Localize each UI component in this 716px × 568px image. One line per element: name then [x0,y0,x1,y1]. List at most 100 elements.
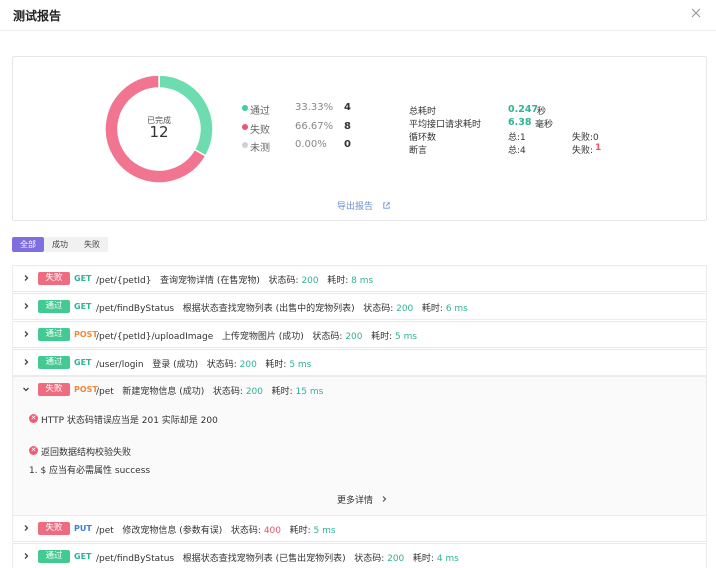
status-code-value: 200 [245,387,263,397]
duration-value: 5 ms [395,332,418,342]
status-badge: 通过 [38,300,70,313]
endpoint-path: /pet/findByStatus [96,554,175,564]
result-row[interactable]: 失败 POST/pet 新建宠物信息 (成功) 状态码: 200 耗时: 15 m… [12,376,707,403]
row-detail-panel: ✕ HTTP 状态码错误应当是 201 实际却是 200 ✕ 返回数据结构校验失… [12,403,707,515]
row-summary: /pet/findByStatus 根据状态查找宠物列表 (出售中的宠物列表) … [96,301,468,314]
http-method: GET [74,274,92,283]
error-message: 返回数据结构校验失败 [41,448,132,458]
legend-percent: 33.33% [295,102,334,113]
untested-dot-icon [242,142,248,148]
assert-label: 断言 [409,146,428,156]
assert-fail-value: 1 [595,143,602,153]
duration-label: 耗时: [327,276,349,286]
error-message: HTTP 状态码错误应当是 201 实际却是 200 [41,416,218,426]
close-icon[interactable] [689,6,703,20]
status-code-value: 200 [301,276,319,286]
duration-value: 15 ms [295,387,324,397]
legend-count: 0 [344,139,351,150]
tab-success[interactable]: 成功 [44,237,76,252]
more-details-label: 更多详情 [337,496,374,506]
duration-value: 6 ms [445,304,468,314]
legend-label: 未测 [250,143,270,154]
status-badge: 失败 [38,272,70,285]
dialog-title: 测试报告 [13,9,62,23]
duration-label: 耗时: [289,526,311,536]
loops-label: 循环数 [409,133,437,143]
status-code-value: 200 [239,360,257,370]
result-row[interactable]: 通过 POST/pet/{petId}/uploadImage 上传宠物图片 (成… [12,321,707,348]
http-method: POST [74,385,98,394]
status-code-label: 状态码: [363,304,394,314]
status-code-label: 状态码: [312,332,343,342]
avg-time-unit: 毫秒 [535,120,554,130]
duration-value: 5 ms [289,360,312,370]
error-icon: ✕ [29,446,38,455]
status-code-label: 状态码: [206,360,237,370]
chevron-right-icon[interactable] [22,302,30,310]
status-badge: 通过 [38,356,70,369]
test-report-dialog: 测试报告 已完成 12 通过 33.33% 4 失败 66.67% 8 未测 0… [0,0,716,568]
endpoint-path: /pet/findByStatus [96,304,175,314]
chevron-right-icon[interactable] [22,274,30,282]
status-badge: 失败 [38,383,70,396]
status-code-value: 200 [345,332,363,342]
donut-center-count: 12 [149,123,169,141]
avg-time-value: 6.38 [508,117,532,128]
http-method: GET [74,552,92,561]
endpoint-path: /user/login [96,360,144,370]
more-details-link[interactable]: 更多详情 [337,493,388,506]
result-row[interactable]: 失败 GET/pet/{petId} 查询宠物详情 (在售宠物) 状态码: 200… [12,265,707,292]
row-summary: /pet/findByStatus 根据状态查找宠物列表 (已售出宠物列表) 状… [96,551,459,564]
result-row[interactable]: 通过 GET/pet/findByStatus 根据状态查找宠物列表 (出售中的宠… [12,293,707,320]
status-code-label: 状态码: [230,526,261,536]
status-code-label: 状态码: [268,276,299,286]
legend-label: 失败 [250,125,270,136]
endpoint-description: 修改宠物信息 (参数有误) [122,526,223,536]
duration-value: 4 ms [436,554,459,564]
tab-all[interactable]: 全部 [12,237,44,252]
status-badge: 通过 [38,550,70,563]
dialog-header: 测试报告 [0,0,716,31]
endpoint-description: 上传宠物图片 (成功) [221,332,304,342]
endpoint-description: 查询宠物详情 (在售宠物) [160,276,260,286]
row-summary: /pet/{petId}/uploadImage 上传宠物图片 (成功) 状态码… [96,329,417,342]
http-method: POST [74,330,98,339]
pass-dot-icon [242,105,248,111]
result-row[interactable]: 通过 GET/pet/findByStatus 根据状态查找宠物列表 (已售出宠物… [12,543,707,568]
status-code-value: 200 [396,304,414,314]
export-report-link[interactable]: 导出报告 [337,199,391,212]
chevron-right-icon[interactable] [22,358,30,366]
duration-label: 耗时: [412,554,434,564]
status-code-value: 400 [263,526,281,536]
external-link-icon [383,202,390,209]
total-time-value: 0.247 [508,104,539,115]
chevron-down-icon[interactable] [22,385,30,393]
row-summary: /pet 新建宠物信息 (成功) 状态码: 200 耗时: 15 ms [96,384,323,397]
row-summary: /pet 修改宠物信息 (参数有误) 状态码: 400 耗时: 5 ms [96,523,336,536]
row-summary: /pet/{petId} 查询宠物详情 (在售宠物) 状态码: 200 耗时: … [96,273,373,286]
chevron-right-icon[interactable] [22,524,30,532]
status-code-value: 200 [387,554,405,564]
chevron-right-icon[interactable] [22,552,30,560]
fail-dot-icon [242,124,248,130]
result-row[interactable]: 通过 GET/user/login 登录 (成功) 状态码: 200 耗时: 5 … [12,349,707,376]
endpoint-path: /pet [96,526,114,536]
status-badge: 通过 [38,328,70,341]
chevron-right-icon [382,496,387,502]
http-method: PUT [74,524,92,533]
error-icon: ✕ [29,414,38,423]
endpoint-path: /pet [96,387,114,397]
status-code-label: 状态码: [212,387,243,397]
legend-label: 通过 [250,106,270,117]
total-time-unit: 秒 [537,107,547,117]
chevron-right-icon[interactable] [22,330,30,338]
duration-value: 5 ms [313,526,336,536]
validation-item: 1. $ 应当有必需属性 success [29,466,151,476]
avg-time-label: 平均接口请求耗时 [409,120,482,130]
duration-label: 耗时: [271,387,293,397]
result-filter-tabs: 全部 成功 失败 [12,237,108,252]
http-method: GET [74,358,92,367]
tab-failed[interactable]: 失败 [76,237,108,252]
result-row[interactable]: 失败 PUT/pet 修改宠物信息 (参数有误) 状态码: 400 耗时: 5 m… [12,515,707,542]
status-code-label: 状态码: [354,554,385,564]
